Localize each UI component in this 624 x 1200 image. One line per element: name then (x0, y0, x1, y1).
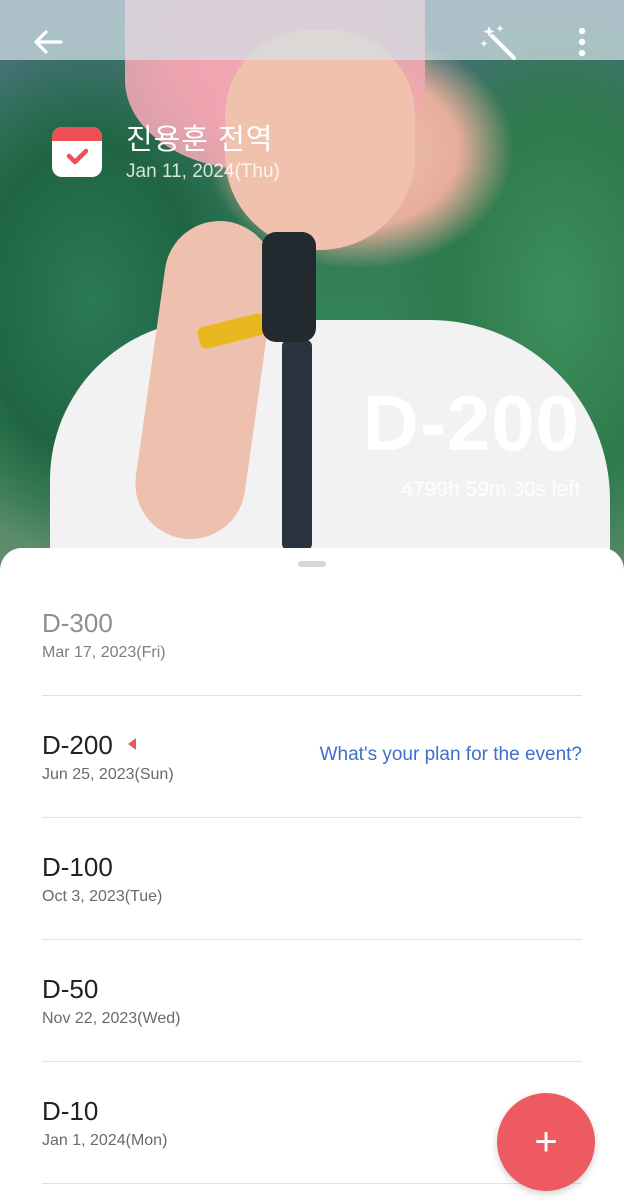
back-button[interactable] (24, 20, 72, 64)
current-milestone-marker-icon (128, 738, 136, 750)
more-vertical-icon (578, 27, 586, 57)
theme-magic-button[interactable] (476, 20, 524, 64)
milestone-row-d100[interactable]: D-100 Oct 3, 2023(Tue) (42, 818, 582, 940)
milestone-date: Jan 1, 2024(Mon) (42, 1132, 168, 1149)
milestone-label: D-200 (42, 730, 113, 760)
plan-prompt-link[interactable]: What's your plan for the event? (320, 744, 582, 766)
arrow-left-icon (34, 30, 63, 54)
sheet-drag-handle[interactable] (298, 561, 326, 567)
photo-mic-stand (282, 340, 312, 550)
more-options-button[interactable] (560, 20, 604, 64)
milestone-label: D-100 (42, 852, 113, 882)
photo-microphone (262, 232, 316, 342)
event-date: Jan 11, 2024(Thu) (126, 161, 280, 182)
milestone-label: D-300 (42, 608, 113, 638)
event-title[interactable]: 진용훈 전역 (126, 116, 273, 158)
countdown-value: D-200 (362, 379, 580, 467)
top-bar-scrim (0, 0, 624, 60)
plus-icon: + (534, 1120, 558, 1164)
milestone-date: Nov 22, 2023(Wed) (42, 1010, 181, 1027)
calendar-check-icon (52, 127, 102, 177)
milestone-date: Jun 25, 2023(Sun) (42, 766, 174, 783)
milestone-row-d200[interactable]: D-200 Jun 25, 2023(Sun) What's your plan… (42, 696, 582, 818)
magic-wand-icon (480, 25, 516, 60)
milestone-row-d300[interactable]: D-300 Mar 17, 2023(Fri) (42, 574, 582, 696)
milestone-label: D-50 (42, 974, 99, 1004)
time-left-text: 4799h 59m 30s left (401, 478, 580, 501)
milestone-date: Oct 3, 2023(Tue) (42, 888, 163, 905)
milestone-label: D-10 (42, 1096, 99, 1126)
milestone-date: Mar 17, 2023(Fri) (42, 644, 166, 661)
milestone-row-d50[interactable]: D-50 Nov 22, 2023(Wed) (42, 940, 582, 1062)
hero-photo (0, 0, 624, 600)
add-milestone-button[interactable]: + (497, 1093, 595, 1191)
